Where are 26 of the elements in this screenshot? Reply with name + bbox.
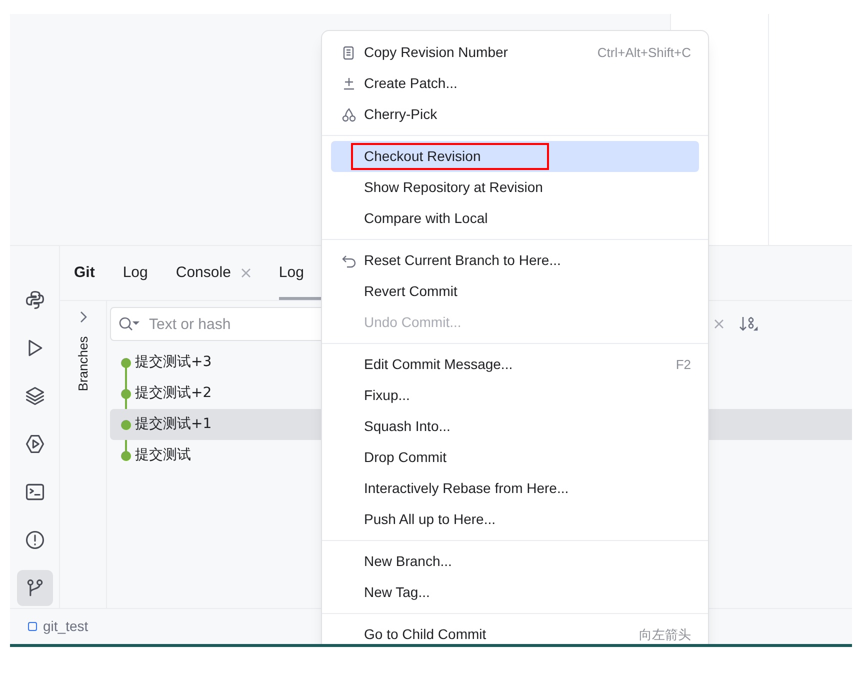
shortcut-label: 向左箭头 [639,626,691,644]
panel-title: Git [74,262,95,282]
menu-item-label: Reset Current Branch to Here... [364,251,561,270]
menu-item-label: New Branch... [364,552,452,571]
commit-message: 提交测试+1 [135,415,212,434]
commit-message: 提交测试 [135,446,191,465]
commit-message: 提交测试+2 [135,384,212,403]
menu-item-label: Drop Commit [364,448,446,467]
menu-item-label: Cherry-Pick [364,105,438,124]
menu-item-label: Checkout Revision [351,143,549,170]
menu-item-label: Edit Commit Message... [364,355,513,374]
menu-item-label: New Tag... [364,583,430,602]
menu-item-label: Push All up to Here... [364,510,496,529]
shortcut-label: Ctrl+Alt+Shift+C [597,44,691,62]
menu-item-label: Fixup... [364,386,410,405]
menu-item-label: Squash Into... [364,417,450,436]
menu-item-label: Copy Revision Number [364,43,508,62]
menu-item-label: Show Repository at Revision [364,178,543,197]
shortcut-label: F2 [676,356,691,374]
menu-item-label: Compare with Local [364,209,488,228]
commit-message: 提交测试+3 [135,353,212,372]
menu-item-label: Revert Commit [364,282,458,301]
menu-item-label: Create Patch... [364,74,458,93]
menu-item-label: Undo Commit... [364,313,462,332]
menu-item-label: Go to Child Commit [364,625,486,644]
menu-item-label: Interactively Rebase from Here... [364,479,569,498]
